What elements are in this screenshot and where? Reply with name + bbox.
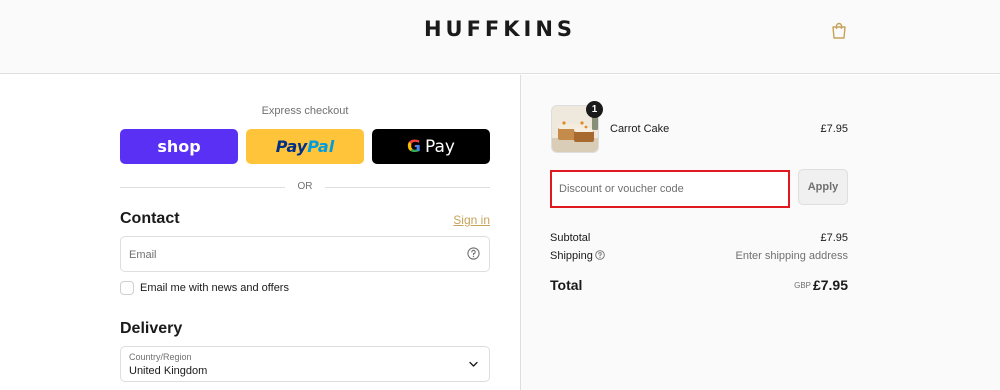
chevron-down-icon — [469, 361, 478, 367]
question-circle-icon[interactable] — [595, 250, 605, 260]
country-select[interactable]: Country/Region United Kingdom — [120, 346, 490, 382]
sign-in-link[interactable]: Sign in — [420, 213, 490, 227]
shipping-value: Enter shipping address — [735, 250, 848, 262]
newsletter-checkbox[interactable] — [120, 281, 134, 295]
question-circle-icon[interactable] — [467, 247, 480, 260]
google-g-icon: G — [407, 136, 421, 157]
item-name: Carrot Cake — [610, 123, 670, 135]
total-label: Total — [550, 277, 583, 293]
email-field[interactable]: Email — [120, 236, 490, 272]
apply-discount-button[interactable]: Apply — [798, 169, 848, 205]
google-pay-button[interactable]: G Pay — [372, 129, 490, 164]
contact-heading: Contact — [120, 210, 180, 227]
item-price: £7.95 — [820, 123, 848, 135]
paypal-label-part1: Pay — [275, 137, 308, 156]
newsletter-label[interactable]: Email me with news and offers — [140, 282, 289, 294]
subtotal-value: £7.95 — [820, 232, 848, 244]
country-value: United Kingdom — [129, 365, 208, 377]
shopping-bag-icon[interactable] — [831, 22, 847, 39]
paypal-button[interactable]: Pay Pal — [246, 129, 364, 164]
checkout-form: Express checkout shop Pay Pal G Pay OR Co… — [0, 75, 520, 390]
subtotal-label: Subtotal — [550, 232, 591, 244]
country-label: Country/Region — [129, 352, 192, 362]
shop-pay-label: shop — [157, 137, 201, 156]
delivery-heading: Delivery — [120, 320, 183, 337]
site-header: HUFFKINS — [0, 0, 1000, 74]
quantity-badge: 1 — [586, 101, 603, 118]
order-summary: 1 Carrot Cake £7.95 Discount or voucher … — [521, 75, 1000, 390]
google-pay-label: Pay — [425, 136, 455, 157]
discount-placeholder: Discount or voucher code — [559, 183, 684, 195]
total-value: £7.95 — [812, 277, 848, 293]
shipping-label: Shipping — [550, 250, 593, 262]
email-placeholder: Email — [129, 249, 157, 261]
discount-code-input[interactable]: Discount or voucher code — [550, 170, 790, 208]
or-divider: OR — [120, 180, 490, 194]
brand-logo[interactable]: HUFFKINS — [0, 17, 1000, 41]
or-line-right — [325, 187, 490, 188]
express-checkout-label: Express checkout — [261, 105, 349, 117]
shop-pay-button[interactable]: shop — [120, 129, 238, 164]
paypal-label-part2: Pal — [307, 137, 335, 156]
